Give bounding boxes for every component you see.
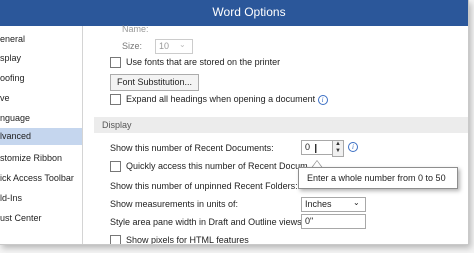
word-options-dialog: Word Options eneral splay oofing ve ngua… <box>0 0 469 245</box>
sidebar-item-customize-ribbon[interactable]: stomize Ribbon <box>0 150 82 167</box>
sidebar-item-quick-access-toolbar[interactable]: ick Access Toolbar <box>0 170 82 187</box>
info-icon[interactable]: i <box>317 95 328 105</box>
recent-documents-spinner[interactable]: ▲ ▼ <box>332 140 344 157</box>
size-label: Size: <box>122 41 143 51</box>
expand-headings-label: Expand all headings when opening a docum… <box>126 94 316 104</box>
expand-headings-checkbox[interactable] <box>110 94 121 106</box>
validation-tooltip: Enter a whole number from 0 to 50 <box>298 167 458 189</box>
quick-access-label: Quickly access this number of Recent Doc… <box>126 161 308 171</box>
style-area-label: Style area pane width in Draft and Outli… <box>110 217 305 227</box>
sidebar-item-language[interactable]: nguage <box>0 110 82 127</box>
window-title: Word Options <box>212 5 286 19</box>
sidebar-item-add-ins[interactable]: ld-Ins <box>0 190 82 207</box>
recent-documents-label: Show this number of Recent Documents: <box>110 143 274 153</box>
expand-headings-option[interactable]: Expand all headings when opening a docum… <box>110 94 328 106</box>
style-area-field[interactable]: 0" <box>301 214 366 229</box>
chevron-down-icon: ⌄ <box>179 40 186 49</box>
measurements-label: Show measurements in units of: <box>110 199 239 209</box>
chevron-down-icon[interactable]: ⌄ <box>353 198 360 207</box>
advanced-options-panel: Name: Size: 10 ⌄ Use fonts that are stor… <box>88 24 468 245</box>
font-substitution-button[interactable]: Font Substitution... <box>110 74 200 91</box>
sidebar-item-trust-center[interactable]: ust Center <box>0 210 82 227</box>
sidebar-item-save[interactable]: ve <box>0 90 82 107</box>
use-printer-fonts-checkbox[interactable] <box>110 57 121 69</box>
options-sidebar: eneral splay oofing ve nguage lvanced st… <box>0 26 83 244</box>
font-name-label: Name: <box>122 24 149 34</box>
sidebar-item-general[interactable]: eneral <box>0 31 82 48</box>
show-pixels-checkbox[interactable] <box>110 235 121 244</box>
sidebar-item-display[interactable]: splay <box>0 50 82 67</box>
sidebar-item-proofing[interactable]: oofing <box>0 70 82 87</box>
use-printer-fonts-option[interactable]: Use fonts that are stored on the printer <box>110 57 281 69</box>
recent-documents-info[interactable]: i <box>348 141 358 152</box>
size-field[interactable]: 10 <box>155 39 193 54</box>
spin-down-icon[interactable]: ▼ <box>333 148 343 155</box>
quick-access-option[interactable]: Quickly access this number of Recent Doc… <box>110 161 308 173</box>
show-pixels-label: Show pixels for HTML features <box>126 235 249 245</box>
sidebar-item-advanced[interactable]: lvanced <box>0 128 82 145</box>
unpinned-folders-label: Show this number of unpinned Recent Fold… <box>110 181 298 191</box>
quick-access-checkbox[interactable] <box>110 161 121 173</box>
use-printer-fonts-label: Use fonts that are stored on the printer <box>126 57 281 67</box>
show-pixels-option[interactable]: Show pixels for HTML features <box>110 235 249 245</box>
title-bar: Word Options <box>0 0 468 26</box>
display-section-header: Display <box>94 117 468 133</box>
text-cursor-icon: I <box>314 142 318 156</box>
info-icon[interactable]: i <box>348 142 358 152</box>
spin-up-icon[interactable]: ▲ <box>333 141 343 148</box>
